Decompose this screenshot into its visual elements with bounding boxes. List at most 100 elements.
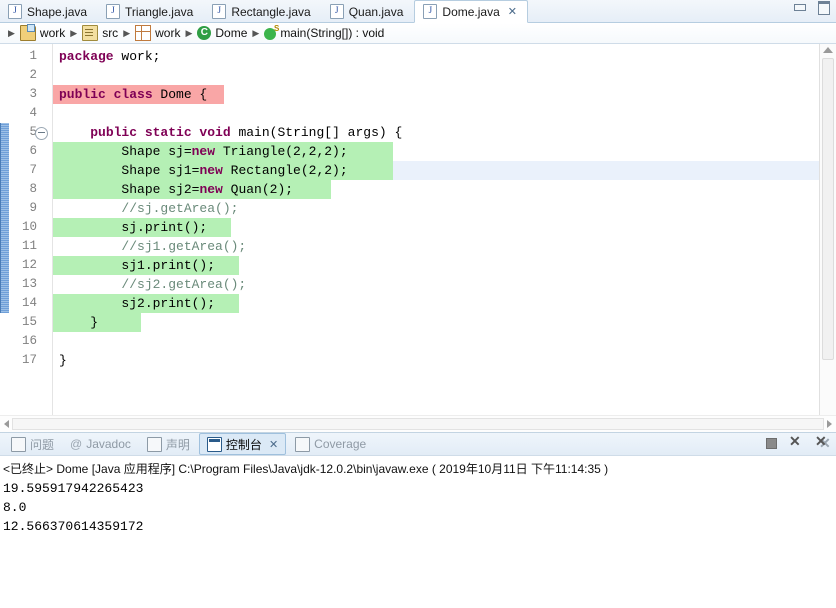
console-icon [206, 436, 222, 452]
maximize-icon[interactable] [816, 1, 832, 15]
code-line[interactable]: sj1.print(); [53, 256, 836, 275]
code-line[interactable]: public static void main(String[] args) { [53, 123, 836, 142]
code-token: } [59, 353, 67, 368]
folding-ruler[interactable] [39, 44, 53, 415]
code-line[interactable]: Shape sj=new Triangle(2,2,2); [53, 142, 836, 161]
code-token: Rectangle(2,2); [222, 163, 348, 178]
code-line[interactable]: //sj2.getArea(); [53, 275, 836, 294]
line-number-label: 10 [21, 220, 37, 234]
line-number: 6 [9, 142, 39, 161]
editor-tab-label: Shape.java [27, 4, 88, 19]
code-line-text: package work; [59, 49, 160, 64]
close-icon[interactable]: ✕ [269, 438, 278, 451]
panel-tab-coverage[interactable]: Coverage [288, 434, 373, 454]
editor-vertical-scrollbar[interactable] [819, 44, 836, 415]
console-output[interactable]: 19.595917942265423 8.0 12.566370614359172 [0, 479, 836, 536]
code-line[interactable] [53, 332, 836, 351]
code-line[interactable]: public class Dome { [53, 85, 836, 104]
breadcrumb-item-work[interactable]: work [135, 25, 180, 41]
minimize-icon[interactable] [792, 1, 808, 13]
close-icon[interactable]: ✕ [508, 5, 517, 18]
change-ruler [0, 44, 9, 415]
breadcrumb-item-label: src [102, 26, 119, 40]
editor-tab-rectangle-java[interactable]: Rectangle.java [204, 1, 321, 22]
line-number: 9 [9, 199, 39, 218]
line-number-label: 2 [29, 68, 37, 82]
code-token: Triangle(2,2,2); [215, 144, 348, 159]
panel-tab-javadoc[interactable]: @ Javadoc [63, 434, 138, 454]
breadcrumb-separator: ▶ [8, 27, 15, 38]
panel-tab-declaration[interactable]: 声明 [140, 434, 197, 454]
breadcrumb-item-label: work [155, 26, 181, 40]
code-token: } [59, 315, 99, 330]
code-line[interactable] [53, 104, 836, 123]
code-line[interactable]: //sj1.getArea(); [53, 237, 836, 256]
scrollbar-thumb[interactable] [822, 58, 834, 360]
code-text-area[interactable]: package work; public class Dome { public … [53, 44, 836, 415]
code-editor[interactable]: 1 2 3 4 5 6 7 8 9 10 11 12 13 14 15 16 17 package work; p… [0, 44, 836, 415]
editor-tab-shape-java[interactable]: Shape.java [0, 1, 98, 22]
code-line[interactable]: package work; [53, 47, 836, 66]
code-line-text: sj.print(); [59, 220, 207, 235]
code-token: Shape sj2= [59, 182, 200, 197]
panel-tab-problems[interactable]: 问题 [4, 434, 61, 454]
line-number: 12 [9, 256, 39, 275]
breadcrumb-item-src[interactable]: src [82, 25, 118, 41]
editor-horizontal-scrollbar[interactable] [0, 415, 836, 432]
code-line[interactable]: sj.print(); [53, 218, 836, 237]
terminate-icon[interactable] [763, 435, 779, 451]
scroll-left-icon[interactable] [4, 420, 9, 428]
code-line-text: sj2.print(); [59, 296, 215, 311]
line-number: 5 [9, 123, 48, 142]
code-line-text: //sj2.getArea(); [59, 277, 246, 292]
editor-tab-triangle-java[interactable]: Triangle.java [98, 1, 204, 22]
changed-lines-marker [0, 123, 9, 313]
code-line[interactable]: } [53, 351, 836, 370]
code-token: //sj1.getArea(); [59, 239, 247, 254]
line-number-label: 4 [29, 106, 37, 120]
editor-tab-label: Quan.java [348, 4, 404, 19]
code-line[interactable]: sj2.print(); [53, 294, 836, 313]
java-file-icon [106, 4, 121, 19]
code-token: work; [113, 49, 161, 64]
code-line[interactable]: Shape sj1=new Rectangle(2,2); [53, 161, 836, 180]
scroll-right-icon[interactable] [827, 420, 832, 428]
breadcrumb-item-dome[interactable]: Dome [197, 26, 247, 40]
line-number-label: 15 [21, 315, 37, 329]
java-file-icon [423, 4, 438, 19]
line-number-label: 14 [21, 296, 37, 310]
code-line-text: public static void main(String[] args) { [59, 125, 402, 140]
breadcrumb-item-label: Dome [215, 26, 248, 40]
code-line[interactable]: Shape sj2=new Quan(2); [53, 180, 836, 199]
scrollbar-track[interactable] [12, 418, 824, 430]
code-line-text: Shape sj2=new Quan(2); [59, 182, 293, 197]
scroll-up-icon[interactable] [823, 47, 833, 53]
line-number-label: 1 [29, 49, 37, 63]
code-line[interactable]: } [53, 313, 836, 332]
eclipse-ide-window: Shape.java Triangle.java Rectangle.java Qua… [0, 0, 836, 608]
problems-icon [11, 436, 26, 452]
code-token: sj2.print(); [59, 296, 216, 311]
code-line[interactable] [53, 66, 836, 85]
breadcrumb-separator: ▶ [252, 27, 260, 38]
line-number-ruler: 1 2 3 4 5 6 7 8 9 10 11 12 13 14 15 16 17 [9, 44, 48, 415]
editor-tab-label: Dome.java [442, 4, 500, 19]
panel-tab-console[interactable]: 控制台 ✕ [198, 433, 287, 455]
editor-tab-quan-java[interactable]: Quan.java [322, 1, 415, 22]
editor-tab-dome-java[interactable]: Dome.java ✕ [414, 0, 528, 23]
code-token: //sj.getArea(); [59, 201, 239, 216]
line-number-label: 9 [29, 201, 37, 215]
code-line[interactable]: //sj.getArea(); [53, 199, 836, 218]
breadcrumb-item-main-string-void[interactable]: main(String[]) : void [264, 24, 384, 40]
remove-all-terminated-icon[interactable] [815, 433, 831, 452]
fold-collapse-icon[interactable] [35, 127, 48, 140]
remove-launch-icon[interactable] [789, 433, 805, 451]
breadcrumb-separator: ▶ [185, 27, 193, 38]
breadcrumb-item-work[interactable]: work [19, 24, 65, 41]
java-file-icon [212, 4, 227, 19]
panel-tab-label: 问题 [30, 437, 55, 452]
panel-tab-label: Javadoc [86, 437, 131, 451]
editor-tab-label: Rectangle.java [231, 4, 311, 19]
line-number-label: 12 [21, 258, 37, 272]
